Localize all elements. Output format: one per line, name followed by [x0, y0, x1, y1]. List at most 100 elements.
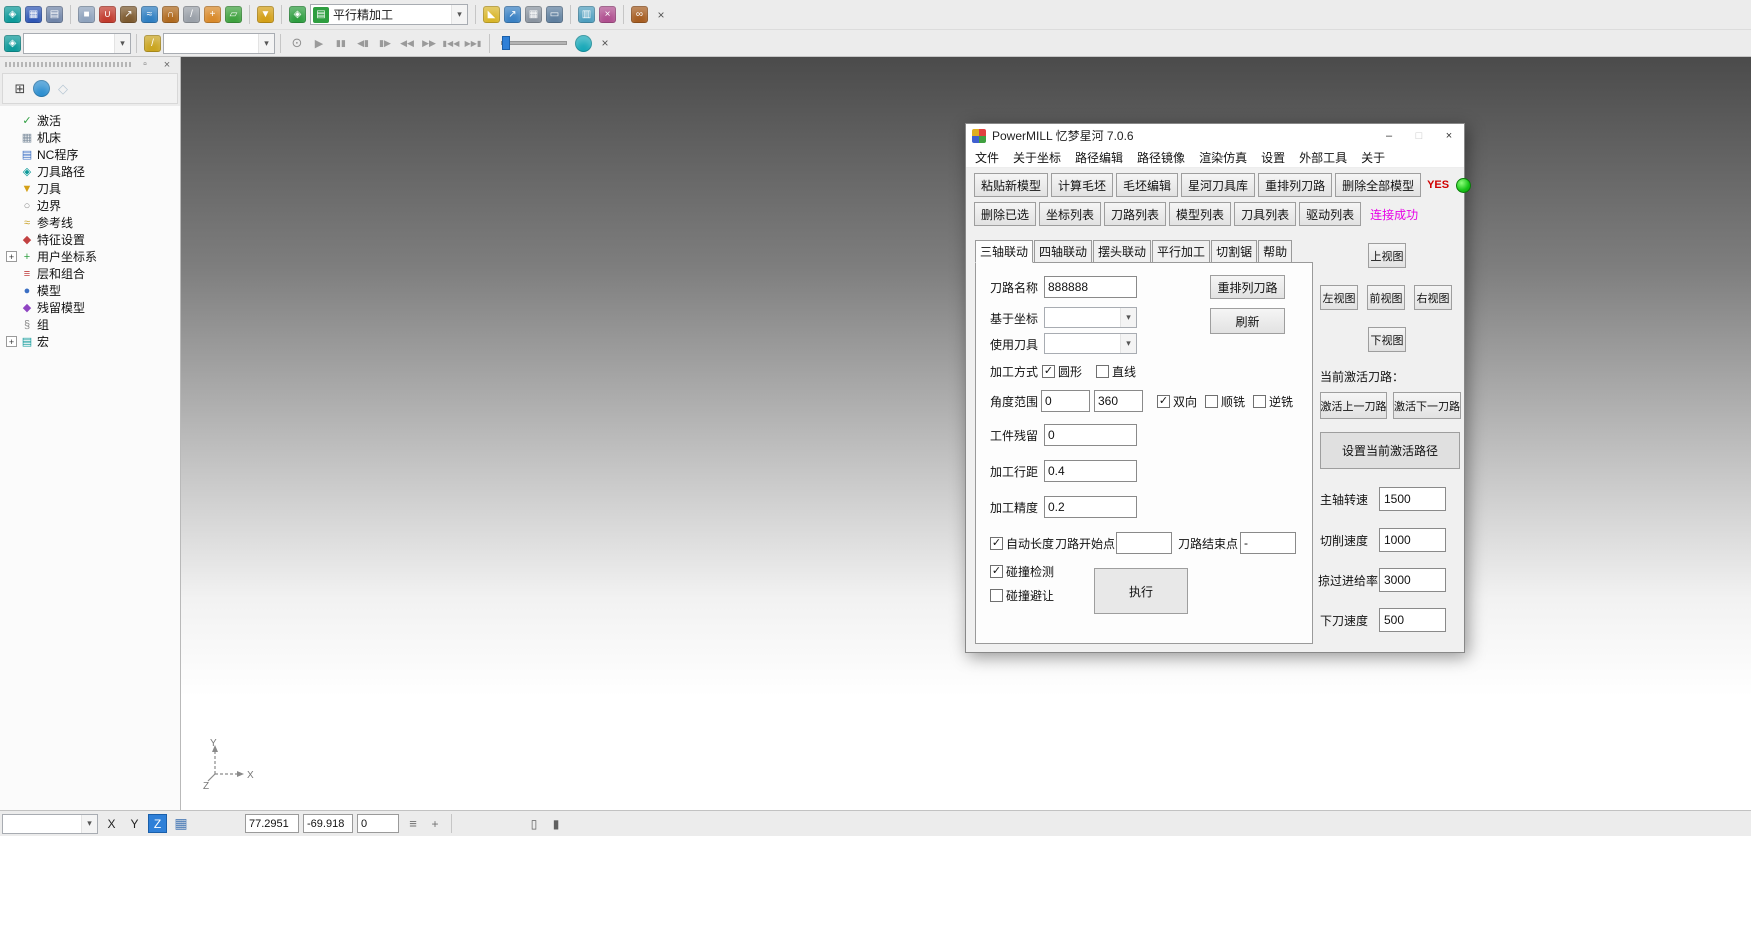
- clipping-icon[interactable]: ×: [599, 6, 616, 23]
- checkbox-box[interactable]: ✓: [1157, 395, 1170, 408]
- screen-icon[interactable]: ▯: [524, 815, 544, 833]
- tree-item-feature-sets[interactable]: ◆特征设置: [6, 231, 180, 248]
- tree-item-workplanes[interactable]: ++用户坐标系: [6, 248, 180, 265]
- skip-end-icon[interactable]: ▶▶▮: [463, 34, 483, 52]
- pattern-icon[interactable]: ▱: [225, 6, 242, 23]
- tab-saw[interactable]: 切割锯: [1211, 240, 1257, 263]
- compute-stock-button[interactable]: 计算毛坯: [1051, 173, 1113, 197]
- checkbox-box[interactable]: [1205, 395, 1218, 408]
- strategy-combo[interactable]: ▤ 平行精加工 ▾: [310, 4, 468, 25]
- binoculars-icon[interactable]: ∞: [631, 6, 648, 23]
- toolbar-close-icon[interactable]: ×: [651, 6, 671, 24]
- tab-swivel[interactable]: 摆头联动: [1093, 240, 1151, 263]
- expander-icon[interactable]: +: [6, 251, 17, 262]
- workplane-combo[interactable]: ▾: [2, 814, 98, 834]
- menu-external-tools[interactable]: 外部工具: [1292, 147, 1354, 167]
- boundary-icon[interactable]: ∩: [162, 6, 179, 23]
- chevron-down-icon[interactable]: ▾: [451, 5, 467, 24]
- tool-list-button[interactable]: 刀具列表: [1234, 202, 1296, 226]
- angle-to-input[interactable]: [1094, 390, 1143, 412]
- view-front-button[interactable]: 前视图: [1367, 285, 1405, 310]
- step-back-icon[interactable]: ◀▮: [353, 34, 373, 52]
- pause-icon[interactable]: ▮▮: [331, 34, 351, 52]
- dialog-close-button[interactable]: ×: [1434, 124, 1464, 147]
- lightbulb-icon[interactable]: ⊙: [287, 34, 307, 52]
- climb-mill-checkbox[interactable]: 顺铣: [1205, 393, 1245, 410]
- tree-item-stock-models[interactable]: ◆残留模型: [6, 299, 180, 316]
- menu-about[interactable]: 关于: [1354, 147, 1392, 167]
- tree-item-groups[interactable]: §组: [6, 316, 180, 333]
- viewport[interactable]: Y X Z PowerMILL 忆梦星河 7.0.6 – □ ×: [181, 57, 1751, 810]
- block-icon[interactable]: ■: [78, 6, 95, 23]
- view-bottom-button[interactable]: 下视图: [1368, 327, 1406, 352]
- angle-from-input[interactable]: [1041, 390, 1090, 412]
- tree-item-nc-programs[interactable]: ▤NC程序: [6, 146, 180, 163]
- options-icon[interactable]: ≡: [403, 815, 423, 833]
- tolerance-input[interactable]: [1044, 496, 1137, 518]
- tree-item-tools[interactable]: ▼刀具: [6, 180, 180, 197]
- linear-checkbox[interactable]: 直线: [1096, 363, 1136, 380]
- simulation-speed-slider[interactable]: [501, 34, 567, 52]
- toolpath-combo[interactable]: ▾: [23, 33, 131, 54]
- start-point-input[interactable]: [1116, 532, 1172, 554]
- tree-item-models[interactable]: ●模型: [6, 282, 180, 299]
- y-coordinate-input[interactable]: [303, 814, 353, 833]
- model-list-button[interactable]: 模型列表: [1169, 202, 1231, 226]
- bidirectional-checkbox[interactable]: ✓双向: [1157, 393, 1197, 410]
- y-axis-button[interactable]: Y: [125, 814, 144, 833]
- print-icon[interactable]: ▤: [46, 6, 63, 23]
- checkbox-box[interactable]: ✓: [1042, 365, 1055, 378]
- bar-icon[interactable]: ▮: [546, 815, 566, 833]
- set-active-path-button[interactable]: 设置当前激活路径: [1320, 432, 1460, 469]
- tab-4axis[interactable]: 四轴联动: [1034, 240, 1092, 263]
- chevron-down-icon[interactable]: ▾: [1120, 334, 1136, 353]
- collision-detect-checkbox[interactable]: ✓碰撞检测: [990, 563, 1054, 580]
- rewind-icon[interactable]: ◀◀: [397, 34, 417, 52]
- pencil-icon[interactable]: /: [183, 6, 200, 23]
- tab-help[interactable]: 帮助: [1258, 240, 1292, 263]
- dialog-titlebar[interactable]: PowerMILL 忆梦星河 7.0.6 – □ ×: [966, 124, 1464, 147]
- checkbox-box[interactable]: [1253, 395, 1266, 408]
- menu-coords[interactable]: 关于坐标: [1006, 147, 1068, 167]
- refresh-button[interactable]: 刷新: [1210, 308, 1285, 334]
- skim-feed-input[interactable]: [1379, 568, 1446, 592]
- checkbox-box[interactable]: ✓: [990, 565, 1003, 578]
- checkbox-box[interactable]: [1096, 365, 1109, 378]
- calculator-icon[interactable]: ▦: [525, 6, 542, 23]
- expander-icon[interactable]: +: [6, 336, 17, 347]
- sim-close-icon[interactable]: ×: [595, 34, 615, 52]
- view-right-button[interactable]: 右视图: [1414, 285, 1452, 310]
- probe-icon[interactable]: +: [425, 815, 445, 833]
- histogram-icon[interactable]: ▥: [578, 6, 595, 23]
- panel-close-icon[interactable]: ×: [157, 56, 177, 74]
- fast-forward-icon[interactable]: ▶▶: [419, 34, 439, 52]
- rearrange-toolpaths-form-button[interactable]: 重排列刀路: [1210, 275, 1285, 299]
- step-forward-icon[interactable]: ▮▶: [375, 34, 395, 52]
- globe-icon[interactable]: [33, 80, 50, 97]
- rearrange-toolpaths-button[interactable]: 重排列刀路: [1258, 173, 1332, 197]
- play-icon[interactable]: ▶: [309, 34, 329, 52]
- tool-select[interactable]: ▾: [1044, 333, 1137, 354]
- grid-icon[interactable]: ▦: [171, 815, 191, 833]
- delete-all-models-button[interactable]: 删除全部模型: [1335, 173, 1421, 197]
- end-point-input[interactable]: [1240, 532, 1296, 554]
- toolpath-draw-icon[interactable]: ↗: [120, 6, 137, 23]
- dialog-minimize-button[interactable]: –: [1374, 124, 1404, 147]
- z-axis-button[interactable]: Z: [148, 814, 167, 833]
- stepover-input[interactable]: [1044, 460, 1137, 482]
- activate-prev-button[interactable]: 激活上一刀路: [1320, 392, 1387, 419]
- checkbox-box[interactable]: [990, 589, 1003, 602]
- tool-icon[interactable]: ▼: [257, 6, 274, 23]
- drive-list-button[interactable]: 驱动列表: [1299, 202, 1361, 226]
- tree-view-icon[interactable]: ⊞: [10, 80, 30, 98]
- tool-edit-icon[interactable]: /: [144, 35, 161, 52]
- tree-item-patterns[interactable]: ≈参考线: [6, 214, 180, 231]
- menu-settings[interactable]: 设置: [1254, 147, 1292, 167]
- shield-icon[interactable]: ◇: [53, 80, 73, 98]
- tree-item-levels-sets[interactable]: ≡层和组合: [6, 265, 180, 282]
- activate-next-button[interactable]: 激活下一刀路: [1393, 392, 1461, 419]
- tree-item-boundaries[interactable]: ○边界: [6, 197, 180, 214]
- menu-render-sim[interactable]: 渲染仿真: [1192, 147, 1254, 167]
- menu-path-mirror[interactable]: 路径镜像: [1130, 147, 1192, 167]
- tool-library-button[interactable]: 星河刀具库: [1181, 173, 1255, 197]
